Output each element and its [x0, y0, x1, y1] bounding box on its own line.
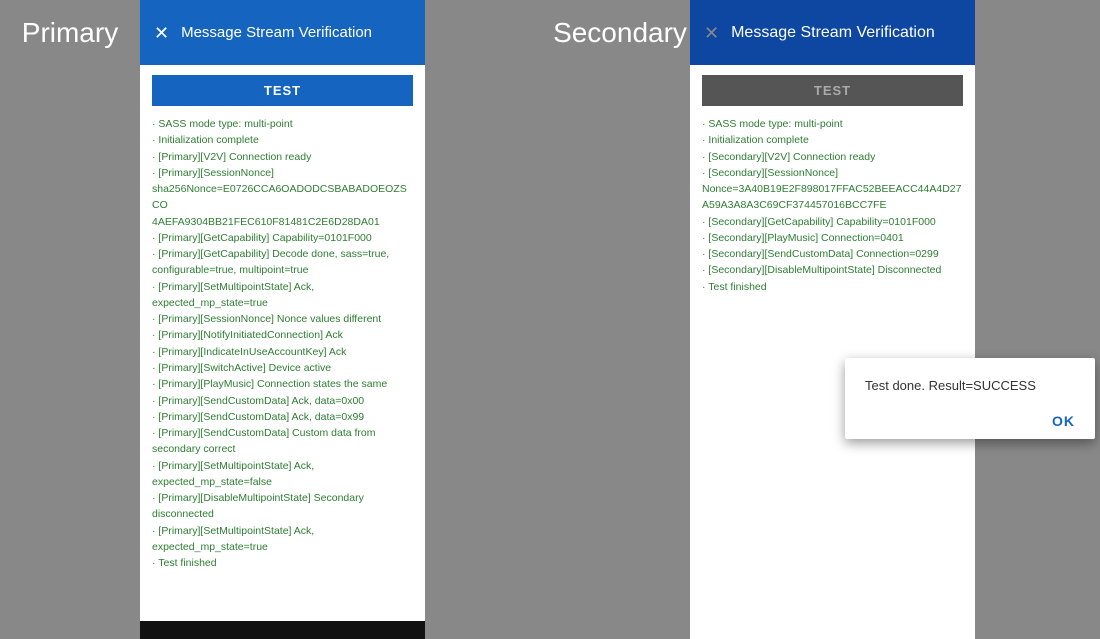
right-dialog-body: TEST · SASS mode type: multi-point · Ini… — [690, 65, 975, 639]
left-bottom-bar — [140, 621, 425, 639]
right-close-button[interactable]: ✕ — [704, 24, 719, 42]
secondary-title: Secondary — [553, 17, 687, 49]
result-dialog: Test done. Result=SUCCESS OK — [845, 358, 1095, 439]
left-dialog-title: Message Stream Verification — [181, 24, 372, 41]
result-ok-button[interactable]: OK — [1052, 413, 1075, 429]
left-test-button[interactable]: TEST — [152, 75, 413, 106]
left-dialog: ✕ Message Stream Verification TEST · SAS… — [140, 0, 425, 639]
left-log: · SASS mode type: multi-point · Initiali… — [152, 116, 413, 571]
secondary-label: Secondary — [550, 0, 690, 65]
right-log: · SASS mode type: multi-point · Initiali… — [702, 116, 963, 295]
right-dialog-header: ✕ Message Stream Verification — [690, 0, 975, 65]
right-dialog-title: Message Stream Verification — [731, 24, 935, 42]
right-test-button[interactable]: TEST — [702, 75, 963, 106]
left-panel: Primary ✕ Message Stream Verification TE… — [0, 0, 550, 639]
left-close-button[interactable]: ✕ — [154, 24, 169, 42]
primary-title: Primary — [22, 17, 118, 49]
result-ok-container: OK — [865, 413, 1075, 429]
result-text: Test done. Result=SUCCESS — [865, 378, 1075, 393]
primary-label: Primary — [0, 0, 140, 65]
left-dialog-body: TEST · SASS mode type: multi-point · Ini… — [140, 65, 425, 639]
left-dialog-header: ✕ Message Stream Verification — [140, 0, 425, 65]
right-panel: Secondary ✕ Message Stream Verification … — [550, 0, 1100, 639]
right-dialog: ✕ Message Stream Verification TEST · SAS… — [690, 0, 975, 639]
